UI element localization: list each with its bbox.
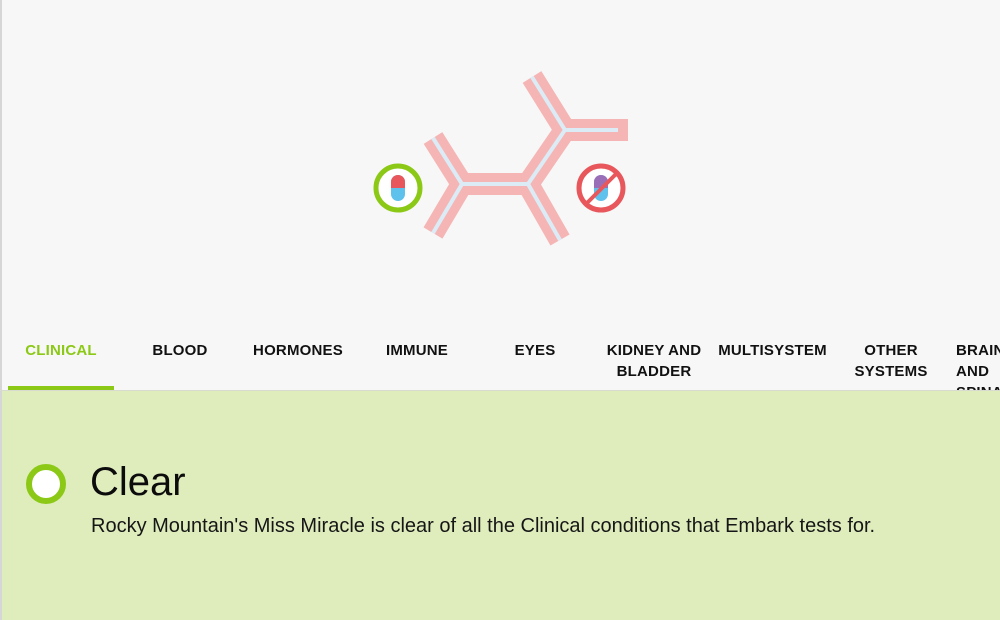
- tab-multisystem[interactable]: MULTISYSTEM: [715, 340, 830, 361]
- result-title: Clear: [90, 460, 186, 504]
- immune-antibody-icon: [373, 71, 628, 246]
- tab-other-systems[interactable]: OTHER SYSTEMS: [845, 340, 937, 382]
- tab-immune[interactable]: IMMUNE: [372, 340, 462, 361]
- antibody-shape: [423, 71, 628, 246]
- pill-allowed-icon: [373, 163, 423, 213]
- pill-blocked-icon: [576, 163, 626, 213]
- tab-clinical[interactable]: CLINICAL: [20, 340, 102, 361]
- tab-eyes[interactable]: EYES: [495, 340, 575, 361]
- tab-brain-and-spinal-cord[interactable]: BRAIN AND SPINAL CORD: [956, 340, 1000, 390]
- hero-illustration: [0, 0, 1000, 320]
- category-tabs: CLINICAL BLOOD HORMONES IMMUNE EYES KIDN…: [0, 320, 1000, 390]
- tab-hormones[interactable]: HORMONES: [248, 340, 348, 361]
- tab-blood[interactable]: BLOOD: [140, 340, 220, 361]
- tab-kidney-and-bladder[interactable]: KIDNEY AND BLADDER: [603, 340, 705, 382]
- result-description: Rocky Mountain's Miss Miracle is clear o…: [91, 515, 876, 537]
- clear-status-icon: [26, 464, 66, 504]
